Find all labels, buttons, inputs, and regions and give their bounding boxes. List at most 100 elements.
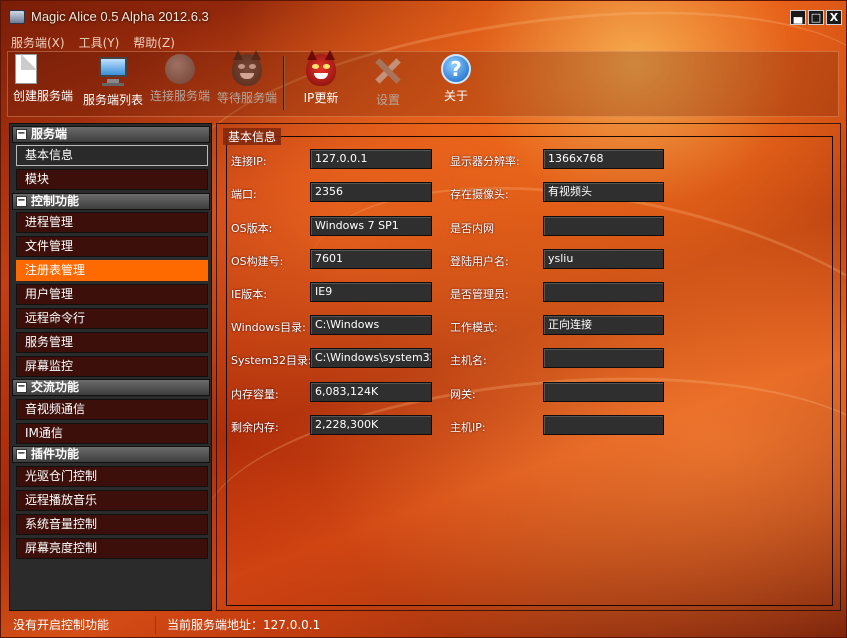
field-resolution[interactable]: 1366x768: [543, 149, 664, 169]
field-label-work-mode: 工作模式:: [450, 321, 498, 334]
field-label-free-memory: 剩余内存:: [231, 421, 279, 434]
help-icon: ?: [441, 54, 471, 84]
field-label-connect-ip: 连接IP:: [231, 155, 267, 168]
field-os-version[interactable]: Windows 7 SP1: [310, 216, 432, 236]
status-separator: [155, 616, 156, 634]
field-hostname[interactable]: [543, 348, 664, 368]
monitor-icon: [97, 54, 129, 88]
basic-info-groupbox: [226, 136, 833, 606]
field-label-memory: 内存容量:: [231, 388, 279, 401]
field-host-ip[interactable]: [543, 415, 664, 435]
menu-tools[interactable]: 工具(Y): [79, 34, 120, 51]
field-label-windows-dir: Windows目录:: [231, 321, 306, 334]
menu-help[interactable]: 帮助(Z): [133, 34, 175, 51]
field-label-resolution: 显示器分辨率:: [450, 155, 520, 168]
section-header-server[interactable]: − 服务端: [12, 126, 210, 143]
field-ie-version[interactable]: IE9: [310, 282, 432, 302]
sidebar-item-brightness[interactable]: 屏幕亮度控制: [16, 538, 208, 559]
section-header-plugins[interactable]: − 插件功能: [12, 446, 210, 463]
status-bar: 没有开启控制功能 当前服务端地址：127.0.0.1: [1, 613, 846, 637]
title-bar[interactable]: Magic Alice 0.5 Alpha 2012.6.3 ▄ □ X: [1, 1, 846, 33]
section-title: 控制功能: [31, 194, 80, 208]
about-label: 关于: [443, 89, 468, 103]
sidebar-item-volume[interactable]: 系统音量控制: [16, 514, 208, 535]
sidebar-item-registry[interactable]: 注册表管理: [16, 260, 208, 281]
sidebar-item-process[interactable]: 进程管理: [16, 212, 208, 233]
field-label-username: 登陆用户名:: [450, 255, 509, 268]
minimize-button[interactable]: ▄: [790, 10, 806, 25]
settings-label: 设置: [375, 93, 400, 107]
tools-icon: [372, 54, 404, 88]
section-title: 插件功能: [31, 447, 80, 461]
wait-server-button[interactable]: 等待服务端: [214, 50, 280, 106]
field-system32-dir[interactable]: C:\Windows\system32: [310, 348, 432, 368]
settings-button[interactable]: 设置: [362, 54, 414, 108]
field-connect-ip[interactable]: 127.0.0.1: [310, 149, 432, 169]
field-label-os-version: OS版本:: [231, 222, 273, 235]
connect-server-label: 连接服务端: [149, 89, 210, 103]
section-header-control[interactable]: − 控制功能: [12, 193, 210, 210]
maximize-button[interactable]: □: [808, 10, 824, 25]
sidebar-item-screen-monitor[interactable]: 屏幕监控: [16, 356, 208, 377]
devil-icon: [232, 50, 262, 86]
field-free-memory[interactable]: 2,228,300K: [310, 415, 432, 435]
status-control-state: 没有开启控制功能: [13, 618, 110, 632]
field-os-build[interactable]: 7601: [310, 249, 432, 269]
sidebar-item-im[interactable]: IM通信: [16, 423, 208, 444]
ip-update-button[interactable]: IP更新: [294, 50, 348, 106]
section-title: 交流功能: [31, 380, 80, 394]
devil-icon: [306, 50, 336, 86]
field-label-port: 端口:: [231, 188, 257, 201]
connect-icon: [165, 54, 195, 84]
server-list-label: 服务端列表: [82, 93, 143, 107]
toolbar: 创建服务端 服务端列表 连接服务端 等待服务端 IP更新 设置 ? 关于: [7, 50, 839, 117]
app-icon: [9, 10, 25, 24]
section-title: 服务端: [31, 127, 68, 141]
field-label-camera: 存在摄像头:: [450, 188, 509, 201]
field-windows-dir[interactable]: C:\Windows: [310, 315, 432, 335]
field-username[interactable]: ysliu: [543, 249, 664, 269]
sidebar-item-remote-cmd[interactable]: 远程命令行: [16, 308, 208, 329]
sidebar-item-modules[interactable]: 模块: [16, 169, 208, 190]
app-window: Magic Alice 0.5 Alpha 2012.6.3 ▄ □ X 服务端…: [0, 0, 847, 638]
field-label-ie-version: IE版本:: [231, 288, 267, 301]
field-label-os-build: OS构建号:: [231, 255, 284, 268]
collapse-icon[interactable]: −: [16, 382, 27, 393]
create-server-label: 创建服务端: [12, 89, 73, 103]
field-port[interactable]: 2356: [310, 182, 432, 202]
collapse-icon[interactable]: −: [16, 449, 27, 460]
connect-server-button[interactable]: 连接服务端: [148, 54, 212, 104]
window-title: Magic Alice 0.5 Alpha 2012.6.3: [31, 9, 209, 24]
field-memory[interactable]: 6,083,124K: [310, 382, 432, 402]
status-server-address: 当前服务端地址：127.0.0.1: [167, 618, 321, 632]
field-intranet[interactable]: [543, 216, 664, 236]
field-camera[interactable]: 有视频头: [543, 182, 664, 202]
field-label-is-admin: 是否管理员:: [450, 288, 509, 301]
sidebar-item-basic-info[interactable]: 基本信息: [16, 145, 208, 166]
section-header-communication[interactable]: − 交流功能: [12, 379, 210, 396]
ip-update-label: IP更新: [303, 91, 339, 105]
field-label-hostname: 主机名:: [450, 354, 487, 367]
about-button[interactable]: ? 关于: [430, 54, 482, 104]
field-gateway[interactable]: [543, 382, 664, 402]
field-label-host-ip: 主机IP:: [450, 421, 486, 434]
sidebar-item-users[interactable]: 用户管理: [16, 284, 208, 305]
server-list-button[interactable]: 服务端列表: [80, 54, 146, 108]
sidebar-item-av-chat[interactable]: 音视频通信: [16, 399, 208, 420]
menu-bar: 服务端(X) 工具(Y) 帮助(Z): [11, 34, 175, 51]
collapse-icon[interactable]: −: [16, 129, 27, 140]
close-button[interactable]: X: [826, 10, 842, 25]
field-work-mode[interactable]: 正向连接: [543, 315, 664, 335]
document-icon: [15, 54, 37, 84]
wait-server-label: 等待服务端: [216, 91, 277, 105]
field-label-gateway: 网关:: [450, 388, 476, 401]
field-label-intranet: 是否内网: [450, 222, 494, 235]
sidebar-item-services[interactable]: 服务管理: [16, 332, 208, 353]
sidebar-item-files[interactable]: 文件管理: [16, 236, 208, 257]
field-is-admin[interactable]: [543, 282, 664, 302]
create-server-button[interactable]: 创建服务端: [10, 54, 76, 104]
collapse-icon[interactable]: −: [16, 196, 27, 207]
menu-server[interactable]: 服务端(X): [11, 34, 65, 51]
sidebar-item-remote-music[interactable]: 远程播放音乐: [16, 490, 208, 511]
sidebar-item-cd-tray[interactable]: 光驱仓门控制: [16, 466, 208, 487]
